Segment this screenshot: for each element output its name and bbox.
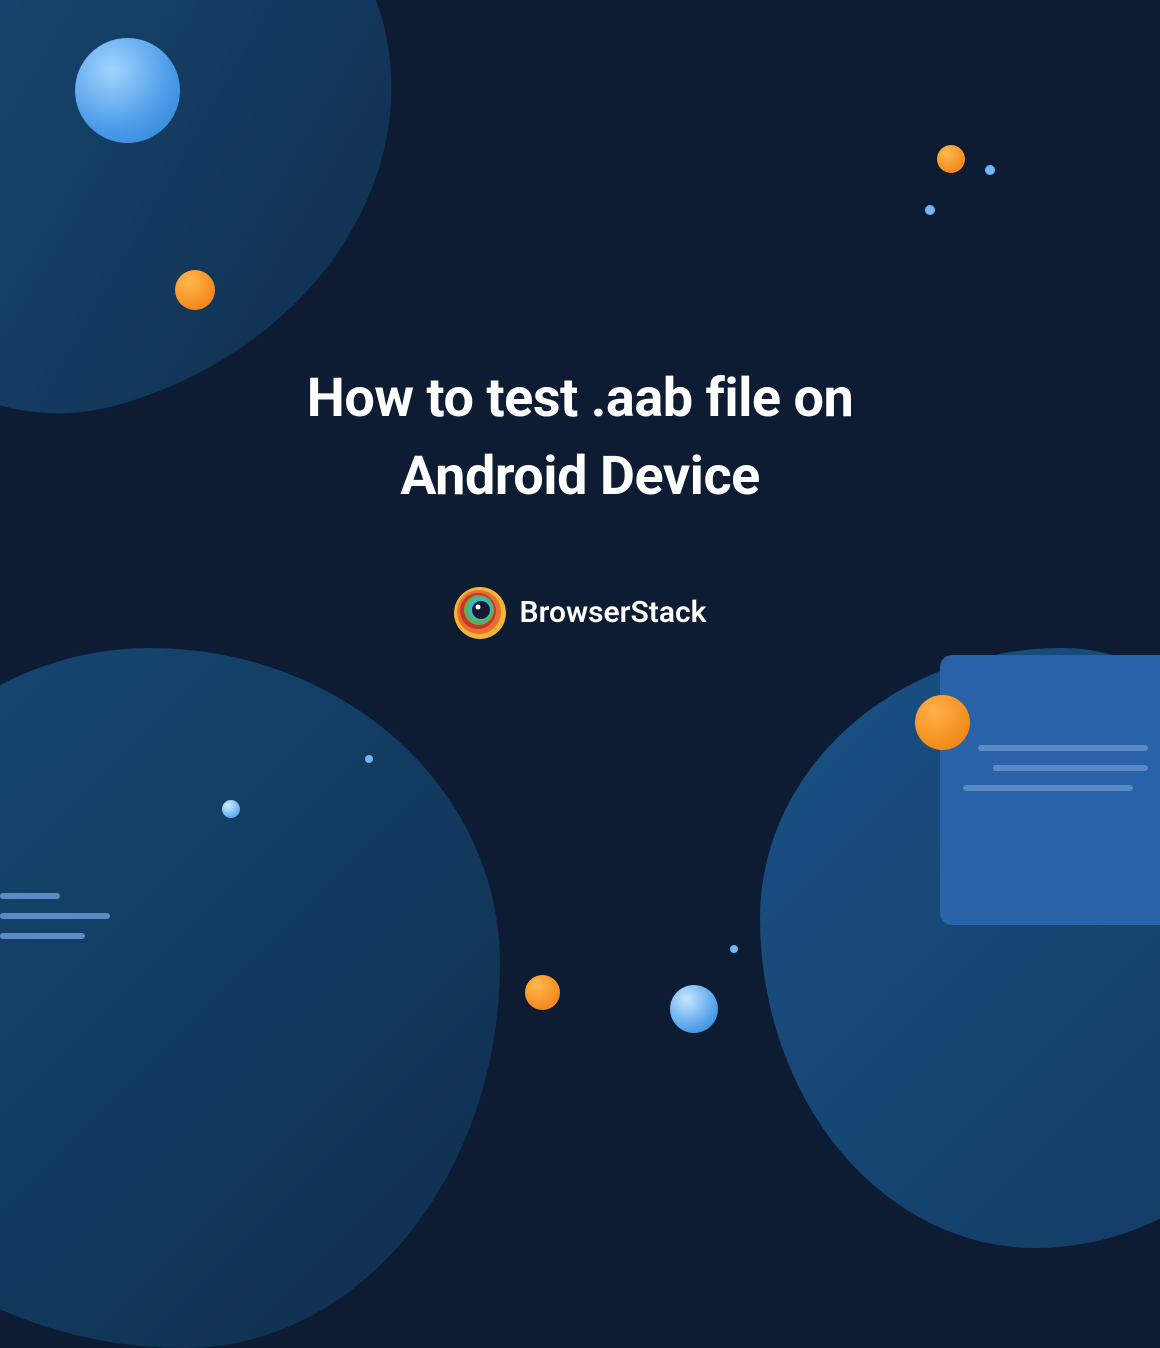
brand-name: BrowserStack bbox=[520, 595, 707, 630]
page-title: How to test .aab file on Android Device bbox=[0, 360, 1160, 517]
decorative-circle-orange bbox=[937, 145, 965, 173]
decorative-dot-blue bbox=[730, 945, 738, 953]
background-blob-bottom-left bbox=[0, 648, 500, 1348]
decorative-lines-right bbox=[963, 745, 1148, 805]
decorative-dot-blue bbox=[985, 165, 995, 175]
browserstack-logo-icon bbox=[454, 587, 506, 639]
decorative-circle-blue bbox=[670, 985, 718, 1033]
decorative-circle-orange bbox=[525, 975, 560, 1010]
brand-lockup: BrowserStack bbox=[0, 587, 1160, 639]
decorative-lines-left bbox=[0, 893, 110, 953]
decorative-dot-blue bbox=[365, 755, 373, 763]
hero-content: How to test .aab file on Android Device … bbox=[0, 360, 1160, 639]
decorative-circle-blue-small bbox=[222, 800, 240, 818]
decorative-circle-orange bbox=[175, 270, 215, 310]
title-line-1: How to test .aab file on bbox=[307, 367, 854, 430]
decorative-dot-blue bbox=[925, 205, 935, 215]
decorative-circle-orange-large bbox=[915, 695, 970, 750]
decorative-circle-large-blue bbox=[75, 38, 180, 143]
title-line-2: Android Device bbox=[400, 445, 760, 508]
